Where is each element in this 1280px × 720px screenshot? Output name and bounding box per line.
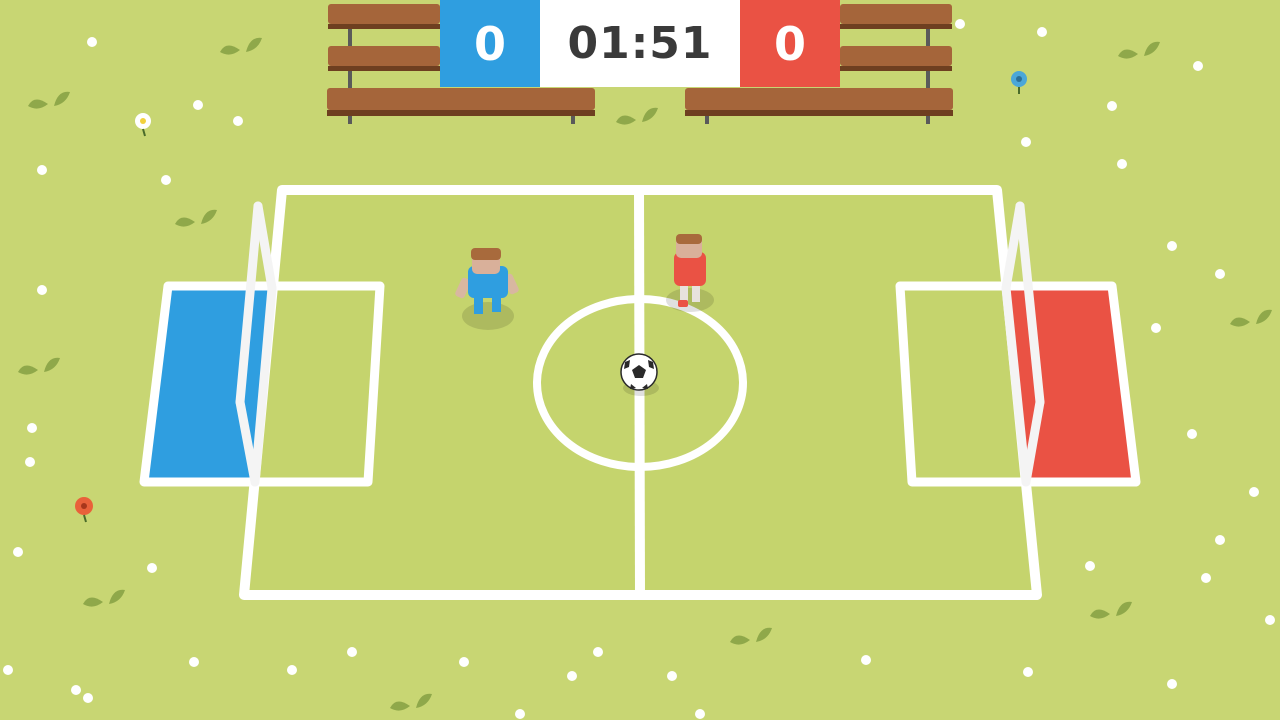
blue-team-score: 0 [440, 0, 540, 87]
red-team-score: 0 [740, 0, 840, 87]
scoreboard: 0 01:51 0 [440, 0, 840, 87]
match-timer: 01:51 [540, 0, 740, 87]
game-scene [0, 0, 1280, 720]
soccer-ball-icon [620, 353, 659, 396]
